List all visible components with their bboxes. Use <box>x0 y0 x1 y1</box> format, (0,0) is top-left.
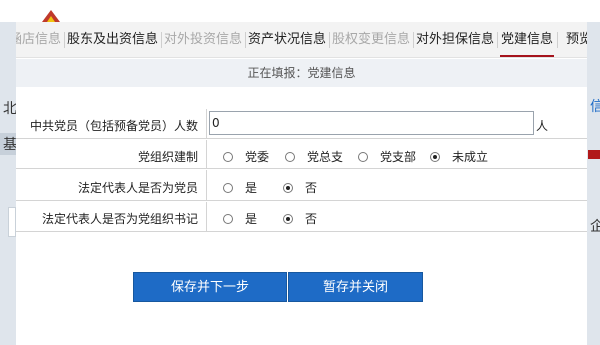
tab-investment-info[interactable]: 对外投资信息 <box>162 22 244 57</box>
filling-status: 正在填报：党建信息 <box>16 59 587 87</box>
tab-guarantee-info[interactable]: 对外担保信息 <box>414 22 496 57</box>
background-text: 企 <box>590 219 600 235</box>
tab-equity-change-info[interactable]: 股权变更信息 <box>330 22 412 57</box>
form-row-party-members: 中共党员（包括预备党员）人数 人 <box>16 109 587 139</box>
emblem-icon <box>42 10 60 22</box>
radio-selected-icon[interactable] <box>283 182 293 193</box>
field-label: 党组织建制 <box>137 150 198 164</box>
radio-selected-icon[interactable] <box>430 151 440 162</box>
radio-yes[interactable]: 是 <box>223 210 257 227</box>
tab-shareholder-info[interactable]: 股东及出资信息 <box>65 22 160 57</box>
radio-general-branch[interactable]: 党总支 <box>285 148 343 165</box>
field-label: 中共党员（包括预备党员）人数 <box>29 119 198 133</box>
field-label: 法定代表人是否为党组织书记 <box>41 212 198 226</box>
form-row-rep-is-member: 法定代表人是否为党员 是 否 <box>16 170 587 201</box>
radio-icon[interactable] <box>223 213 233 224</box>
radio-not-established[interactable]: 未成立 <box>430 148 488 165</box>
form-row-rep-is-secretary: 法定代表人是否为党组织书记 是 否 <box>16 202 587 232</box>
radio-icon[interactable] <box>223 151 233 162</box>
radio-icon[interactable] <box>223 182 233 193</box>
radio-branch[interactable]: 党支部 <box>358 148 416 165</box>
background-input-box <box>8 207 16 237</box>
save-and-next-button[interactable]: 保存并下一步 <box>133 272 287 302</box>
tab-bar: 涵店信息 股东及出资信息 对外投资信息 资产状况信息 股权变更信息 对外担保信息… <box>16 22 587 58</box>
radio-no[interactable]: 否 <box>283 179 317 196</box>
tab-assets-info[interactable]: 资产状况信息 <box>246 22 328 57</box>
party-building-dialog: 涵店信息 股东及出资信息 对外投资信息 资产状况信息 股权变更信息 对外担保信息… <box>16 22 587 345</box>
field-label: 法定代表人是否为党员 <box>77 181 198 195</box>
row-divider <box>206 109 207 139</box>
background-right-area <box>587 22 600 345</box>
save-and-close-button[interactable]: 暂存并关闭 <box>288 272 423 302</box>
party-members-count-input[interactable] <box>209 111 534 135</box>
row-divider <box>206 170 207 201</box>
background-text: 信 <box>590 99 600 115</box>
tab-preview[interactable]: 预览 <box>559 22 587 57</box>
background-header <box>0 0 600 22</box>
radio-icon[interactable] <box>358 151 368 162</box>
row-divider <box>206 202 207 232</box>
radio-icon[interactable] <box>285 151 295 162</box>
radio-party-committee[interactable]: 党委 <box>223 148 269 165</box>
background-text: 基 <box>3 137 17 153</box>
radio-selected-icon[interactable] <box>283 213 293 224</box>
form-row-org-system: 党组织建制 党委 党总支 党支部 未成立 <box>16 140 587 169</box>
background-left-area <box>0 22 16 345</box>
radio-yes[interactable]: 是 <box>223 179 257 196</box>
tab-party-building[interactable]: 党建信息 <box>498 22 556 57</box>
tab-store-info[interactable]: 涵店信息 <box>16 22 64 57</box>
row-divider <box>206 140 207 169</box>
background-text: 北 <box>3 101 17 117</box>
radio-no[interactable]: 否 <box>283 210 317 227</box>
unit-label: 人 <box>536 119 549 133</box>
tab-separator <box>557 32 558 48</box>
background-accent-bar <box>588 150 600 159</box>
